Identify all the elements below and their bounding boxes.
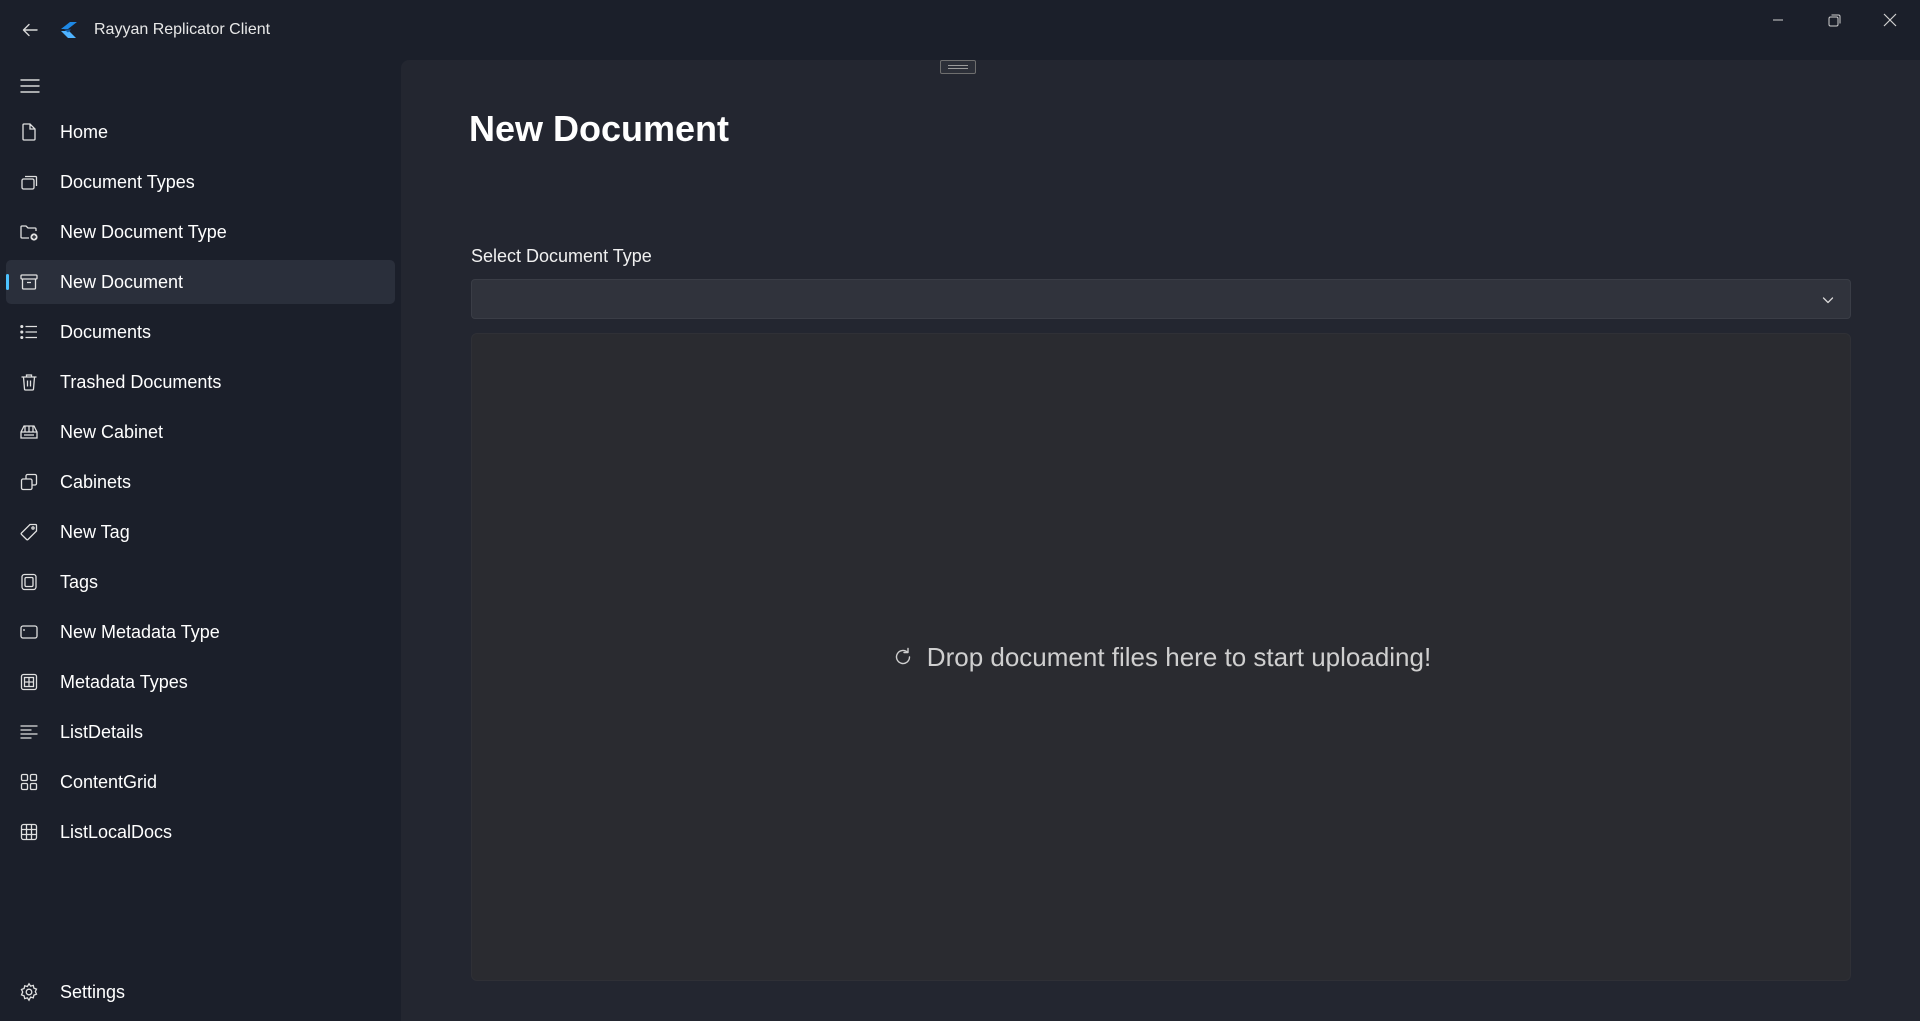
nav-item-new-metadata-type[interactable]: New Metadata Type xyxy=(6,610,395,654)
minimize-icon xyxy=(1773,19,1783,21)
app-title: Rayyan Replicator Client xyxy=(94,21,271,38)
nav-label: ListLocalDocs xyxy=(60,822,173,842)
trash-icon xyxy=(18,371,40,393)
arrow-left-icon xyxy=(22,23,38,37)
app-logo xyxy=(58,19,80,41)
nav-item-tags[interactable]: Tags xyxy=(6,560,395,604)
nav-label: ContentGrid xyxy=(60,772,158,792)
menu-toggle-button[interactable] xyxy=(16,72,44,100)
archive-box-icon xyxy=(18,271,40,293)
drag-handle[interactable] xyxy=(940,60,976,74)
nav-label: ListDetails xyxy=(60,722,144,742)
hamburger-icon xyxy=(20,79,40,93)
nav-label: New Metadata Type xyxy=(60,622,220,642)
nav-item-new-cabinet[interactable]: New Cabinet xyxy=(6,410,395,454)
minimize-button[interactable] xyxy=(1750,0,1806,40)
nav-item-new-document-type[interactable]: New Document Type xyxy=(6,210,395,254)
nav-item-documents[interactable]: Documents xyxy=(6,310,395,354)
tag-square-icon xyxy=(18,571,40,593)
restore-button[interactable] xyxy=(1806,0,1862,40)
folder-add-icon xyxy=(18,221,40,243)
nav-item-metadata-types[interactable]: Metadata Types xyxy=(6,660,395,704)
nav-label: New Document xyxy=(60,272,184,292)
nav-item-new-tag[interactable]: New Tag xyxy=(6,510,395,554)
nav-item-document-types[interactable]: Document Types xyxy=(6,160,395,204)
nav-item-home[interactable]: Home xyxy=(6,110,395,154)
nav-label: New Cabinet xyxy=(60,422,164,442)
navigation-pane: Home Document Types New Document Type Ne… xyxy=(0,60,400,1021)
tag-icon xyxy=(18,521,40,543)
chevron-down-icon xyxy=(1822,297,1834,304)
restore-icon xyxy=(1828,14,1840,26)
copy-windows-icon xyxy=(18,471,40,493)
stacked-docs-icon xyxy=(18,171,40,193)
content-frame: New Document Select Document Type Drop d… xyxy=(401,60,1920,1021)
nav-label: Cabinets xyxy=(60,472,132,492)
drop-instructions: Drop document files here to start upload… xyxy=(926,641,1432,672)
lines-icon xyxy=(18,721,40,743)
nav-item-cabinets[interactable]: Cabinets xyxy=(6,460,395,504)
cabinet-icon xyxy=(18,421,40,443)
gear-icon xyxy=(18,981,40,1003)
nav-label: Document Types xyxy=(60,172,195,192)
select-document-type-label: Select Document Type xyxy=(471,246,652,266)
nav-label: Metadata Types xyxy=(60,672,188,692)
nav-label: New Document Type xyxy=(60,222,227,242)
document-icon xyxy=(18,121,40,143)
grid-icon xyxy=(18,771,40,793)
nav-item-contentgrid[interactable]: ContentGrid xyxy=(6,760,395,804)
page-title: New Document xyxy=(469,108,730,149)
nav-item-new-document[interactable]: New Document xyxy=(6,260,395,304)
nav-item-listdetails[interactable]: ListDetails xyxy=(6,710,395,754)
settings-label: Settings xyxy=(60,982,126,1002)
nav-item-trashed-documents[interactable]: Trashed Documents xyxy=(6,360,395,404)
nav-label: Home xyxy=(60,122,109,142)
spreadsheet-icon xyxy=(18,821,40,843)
table-icon xyxy=(18,671,40,693)
close-button[interactable] xyxy=(1862,0,1918,40)
file-drop-zone[interactable]: Drop document files here to start upload… xyxy=(471,333,1851,981)
title-bar: Rayyan Replicator Client xyxy=(0,0,1920,60)
document-type-select[interactable] xyxy=(471,279,1851,319)
nav-item-settings[interactable]: Settings xyxy=(6,970,395,1014)
nav-label: New Tag xyxy=(60,522,130,542)
refresh-icon xyxy=(891,645,915,669)
bulleted-list-icon xyxy=(18,321,40,343)
nav-label: Documents xyxy=(60,322,152,342)
back-button[interactable] xyxy=(16,16,44,44)
rounded-rect-icon xyxy=(18,621,40,643)
nav-label: Tags xyxy=(60,572,99,592)
nav-item-listlocaldocs[interactable]: ListLocalDocs xyxy=(6,810,395,854)
nav-label: Trashed Documents xyxy=(60,372,222,392)
close-icon xyxy=(1883,13,1897,27)
